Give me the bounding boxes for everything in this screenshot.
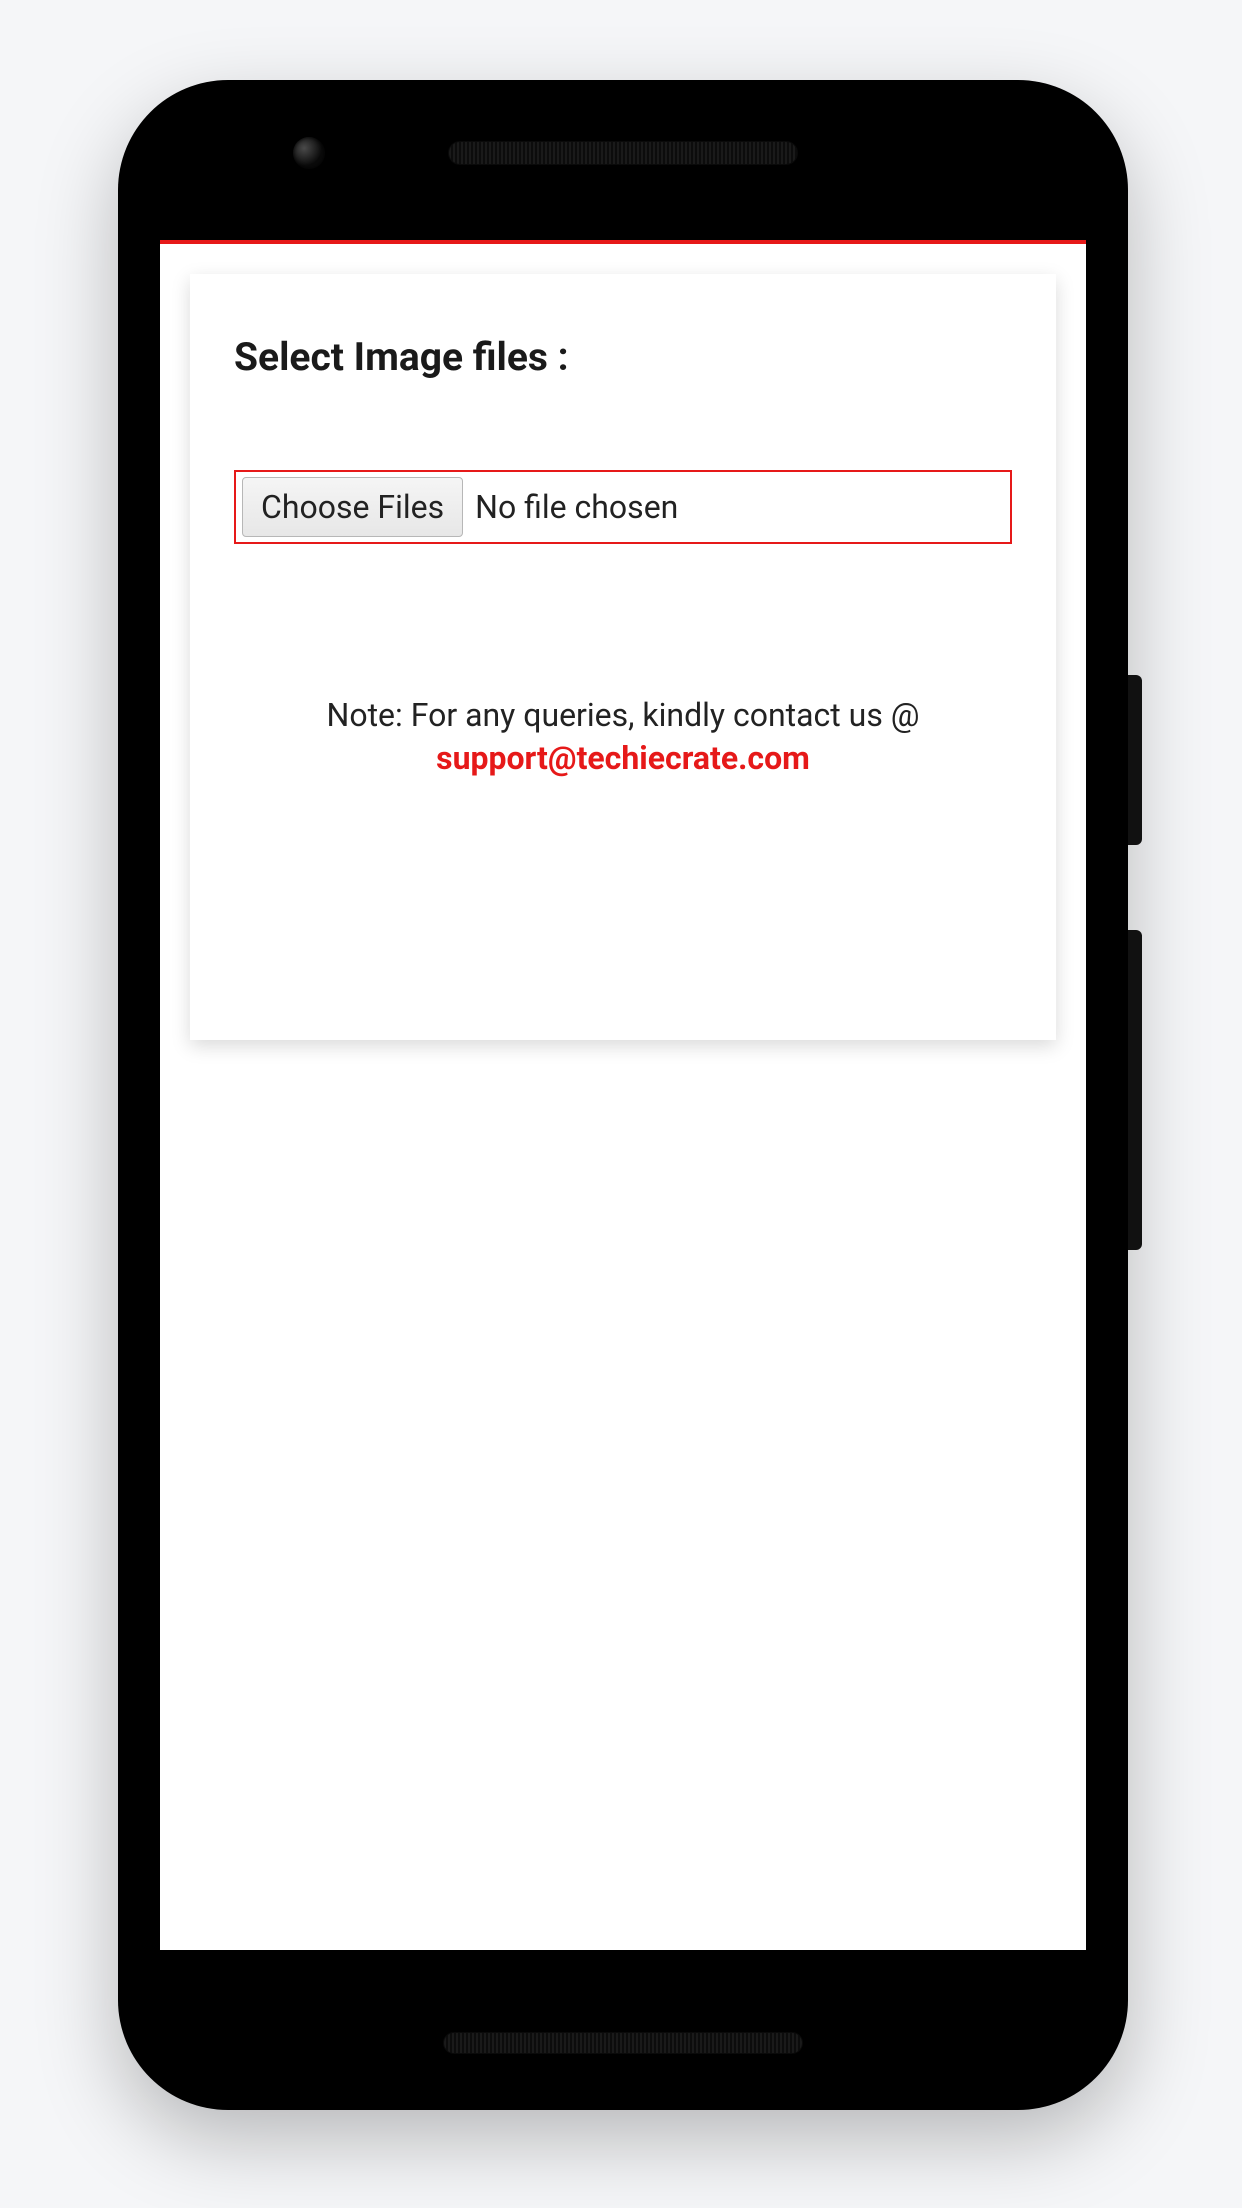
- file-chosen-status: No file chosen: [475, 488, 678, 526]
- side-button-lower: [1128, 930, 1142, 1250]
- file-input[interactable]: Choose Files No file chosen: [234, 470, 1012, 544]
- page-title: Select Image files :: [234, 334, 1012, 380]
- note-text: Note: For any queries, kindly contact us…: [234, 694, 1012, 780]
- note-prefix: Note: For any queries, kindly contact us…: [327, 696, 920, 734]
- camera-icon: [293, 137, 325, 169]
- side-button-upper: [1128, 675, 1142, 845]
- bottom-speaker-icon: [443, 2032, 803, 2054]
- phone-device-frame: Select Image files : Choose Files No fil…: [118, 80, 1128, 2110]
- choose-files-button[interactable]: Choose Files: [242, 477, 463, 537]
- upload-card: Select Image files : Choose Files No fil…: [190, 274, 1056, 1040]
- phone-screen: Select Image files : Choose Files No fil…: [160, 240, 1086, 1950]
- phone-top-bar: [118, 128, 1128, 178]
- support-email[interactable]: support@techiecrate.com: [436, 739, 810, 777]
- earpiece-icon: [448, 141, 798, 165]
